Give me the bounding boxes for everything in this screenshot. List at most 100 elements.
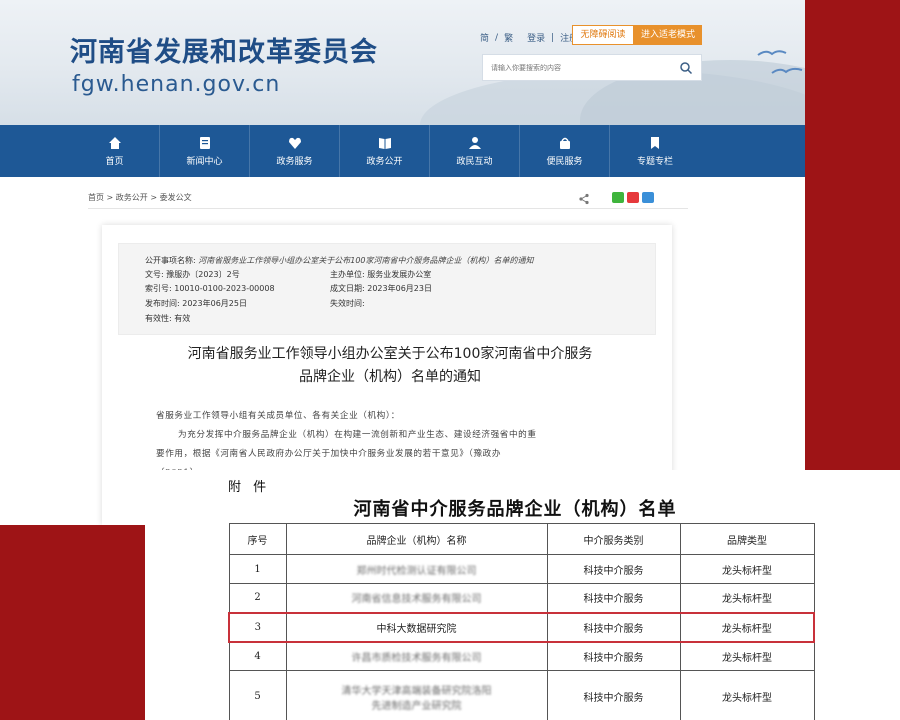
meta-expiry: 失效时间: bbox=[330, 298, 365, 309]
attachment-label: 附 件 bbox=[228, 480, 271, 495]
nav-item-gov-open[interactable]: 政务公开 bbox=[340, 125, 430, 177]
service-category: 科技中介服务 bbox=[546, 611, 681, 643]
nav-label: 专题专栏 bbox=[636, 156, 673, 167]
document-title: 河南省服务业工作领导小组办公室关于公布100家河南省中介服务 品牌企业（机构）名… bbox=[140, 343, 640, 389]
weibo-icon[interactable] bbox=[627, 192, 639, 203]
nav-label: 政务公开 bbox=[366, 156, 403, 167]
nav-label: 便民服务 bbox=[546, 156, 583, 167]
table-row-highlighted: 3 中科大数据研究院 科技中介服务 龙头标杆型 bbox=[228, 611, 815, 643]
site-domain: fgw.henan.gov.cn bbox=[72, 72, 281, 97]
meta-label: 失效时间: bbox=[330, 299, 365, 308]
table-row: 4 许昌市质检技术服务有限公司 科技中介服务 龙头标杆型 bbox=[228, 641, 815, 671]
brand-type: 龙头标杆型 bbox=[679, 641, 815, 671]
meta-value: 河南省服务业工作领导小组办公室关于公布100家河南省中介服务品牌企业（机构）名单… bbox=[198, 256, 534, 265]
qq-space-icon[interactable] bbox=[642, 192, 654, 203]
meta-value: 有效 bbox=[174, 314, 191, 323]
nav-label: 政务服务 bbox=[276, 156, 313, 167]
meta-validity: 有效性: 有效 bbox=[145, 313, 190, 324]
meta-created: 成文日期: 2023年06月23日 bbox=[330, 283, 432, 294]
redacted-name: 许昌市质检技术服务有限公司 bbox=[351, 652, 482, 664]
birds-decoration-icon bbox=[757, 50, 803, 74]
nav-item-home[interactable]: 首页 bbox=[70, 125, 160, 177]
top-links: 简 / 繁 登录 | 注册 bbox=[480, 31, 578, 45]
news-icon bbox=[199, 136, 210, 149]
nav-item-news[interactable]: 新闻中心 bbox=[160, 125, 250, 177]
search-box bbox=[482, 54, 702, 81]
meta-label: 文号: bbox=[145, 270, 164, 279]
service-icon bbox=[288, 137, 301, 149]
breadcrumb-divider bbox=[88, 208, 688, 209]
share-icon[interactable] bbox=[578, 193, 590, 205]
meta-label: 公开事项名称: bbox=[145, 256, 196, 265]
row-number: 5 bbox=[228, 670, 287, 720]
accessibility-button[interactable]: 无障碍阅读 bbox=[572, 25, 634, 45]
row-number: 2 bbox=[228, 583, 287, 613]
meta-label: 成文日期: bbox=[330, 284, 365, 293]
document-title-line: 品牌企业（机构）名单的通知 bbox=[299, 369, 481, 385]
brand-enterprise-table: 序号 品牌企业（机构）名称 中介服务类别 品牌类型 1 郑州时代检测认证有限公司… bbox=[228, 523, 815, 720]
meta-index: 索引号: 10010-0100-2023-00008 bbox=[145, 283, 275, 294]
lang-traditional-link[interactable]: 繁 bbox=[504, 31, 513, 44]
nav-item-interaction[interactable]: 政民互动 bbox=[430, 125, 520, 177]
meta-issuer: 主办单位: 服务业发展办公室 bbox=[330, 269, 431, 280]
document-paragraph: 为充分发挥中介服务品牌企业（机构）在构建一流创新和产业生态、建设经济强省中的重 bbox=[178, 430, 537, 440]
meta-value: 10010-0100-2023-00008 bbox=[174, 284, 275, 293]
meta-value: 豫服办〔2023〕2号 bbox=[166, 270, 240, 279]
document-paragraph: 要作用，根据《河南省人民政府办公厅关于加快中介服务业发展的若干意见》（豫政办 bbox=[156, 449, 502, 459]
breadcrumb-home-link[interactable]: 首页 bbox=[88, 193, 104, 202]
enterprise-name: 清华大学天津高端装备研究院洛阳 先进制造产业研究院 bbox=[285, 670, 548, 720]
enterprise-name: 河南省信息技术服务有限公司 bbox=[285, 583, 548, 613]
helper-icon bbox=[559, 137, 570, 149]
people-icon bbox=[468, 136, 481, 149]
redacted-name: 河南省信息技术服务有限公司 bbox=[351, 594, 482, 606]
wechat-icon[interactable] bbox=[612, 192, 624, 203]
meta-value: 2023年06月23日 bbox=[367, 284, 432, 293]
decorative-red-block-right bbox=[805, 0, 900, 470]
site-header: 河南省发展和改革委员会 fgw.henan.gov.cn 简 / 繁 登录 | … bbox=[0, 0, 805, 125]
breadcrumb-current[interactable]: 委发公文 bbox=[160, 193, 192, 202]
brand-type: 龙头标杆型 bbox=[679, 583, 815, 613]
brand-type: 龙头标杆型 bbox=[679, 611, 815, 643]
nav-item-gov-service[interactable]: 政务服务 bbox=[250, 125, 340, 177]
search-input[interactable] bbox=[491, 63, 671, 72]
column-header: 中介服务类别 bbox=[546, 523, 681, 555]
website-screenshot: 河南省发展和改革委员会 fgw.henan.gov.cn 简 / 繁 登录 | … bbox=[0, 0, 805, 525]
login-link[interactable]: 登录 bbox=[527, 31, 545, 44]
document-title-line: 河南省服务业工作领导小组办公室关于公布100家河南省中介服务 bbox=[187, 346, 593, 362]
main-navbar: 首页 新闻中心 政务服务 政务公开 政民互动 便民服务 专题专栏 bbox=[0, 125, 805, 177]
search-icon[interactable] bbox=[679, 61, 693, 75]
table-row: 1 郑州时代检测认证有限公司 科技中介服务 龙头标杆型 bbox=[228, 554, 815, 584]
nav-item-special[interactable]: 专题专栏 bbox=[610, 125, 700, 177]
meta-doc-no: 文号: 豫服办〔2023〕2号 bbox=[145, 269, 240, 280]
meta-value: 2023年06月25日 bbox=[182, 299, 247, 308]
service-category: 科技中介服务 bbox=[546, 554, 681, 584]
bookmark-icon bbox=[651, 136, 659, 149]
nav-item-public-service[interactable]: 便民服务 bbox=[520, 125, 610, 177]
table-row: 5 清华大学天津高端装备研究院洛阳 先进制造产业研究院 科技中介服务 龙头标杆型 bbox=[228, 670, 815, 720]
meta-label: 发布时间: bbox=[145, 299, 180, 308]
meta-published: 发布时间: 2023年06月25日 bbox=[145, 298, 247, 309]
nav-label: 政民互动 bbox=[456, 156, 493, 167]
attachment-title: 河南省中介服务品牌企业（机构）名单 bbox=[353, 499, 677, 520]
column-header: 品牌企业（机构）名称 bbox=[285, 523, 548, 555]
nav-label: 新闻中心 bbox=[186, 156, 223, 167]
breadcrumb-separator: > bbox=[150, 193, 158, 202]
link-separator: | bbox=[551, 32, 555, 43]
book-icon bbox=[378, 137, 391, 149]
table-header-row: 序号 品牌企业（机构）名称 中介服务类别 品牌类型 bbox=[228, 523, 815, 555]
lang-simplified-link[interactable]: 简 bbox=[480, 31, 489, 44]
elder-mode-button[interactable]: 进入适老模式 bbox=[634, 25, 702, 45]
decorative-red-block-left bbox=[0, 525, 145, 720]
attachment-panel: 附 件 河南省中介服务品牌企业（机构）名单 序号 品牌企业（机构）名称 中介服务… bbox=[145, 470, 900, 720]
row-number: 1 bbox=[228, 554, 287, 584]
enterprise-name: 中科大数据研究院 bbox=[285, 611, 548, 643]
brand-type: 龙头标杆型 bbox=[679, 670, 815, 720]
home-icon bbox=[108, 136, 121, 149]
table-row: 2 河南省信息技术服务有限公司 科技中介服务 龙头标杆型 bbox=[228, 583, 815, 613]
redacted-name: 先进制造产业研究院 bbox=[371, 700, 462, 712]
lang-separator: / bbox=[495, 32, 499, 43]
service-category: 科技中介服务 bbox=[546, 583, 681, 613]
column-header: 品牌类型 bbox=[679, 523, 815, 555]
service-category: 科技中介服务 bbox=[546, 641, 681, 671]
breadcrumb-section-link[interactable]: 政务公开 bbox=[116, 193, 148, 202]
